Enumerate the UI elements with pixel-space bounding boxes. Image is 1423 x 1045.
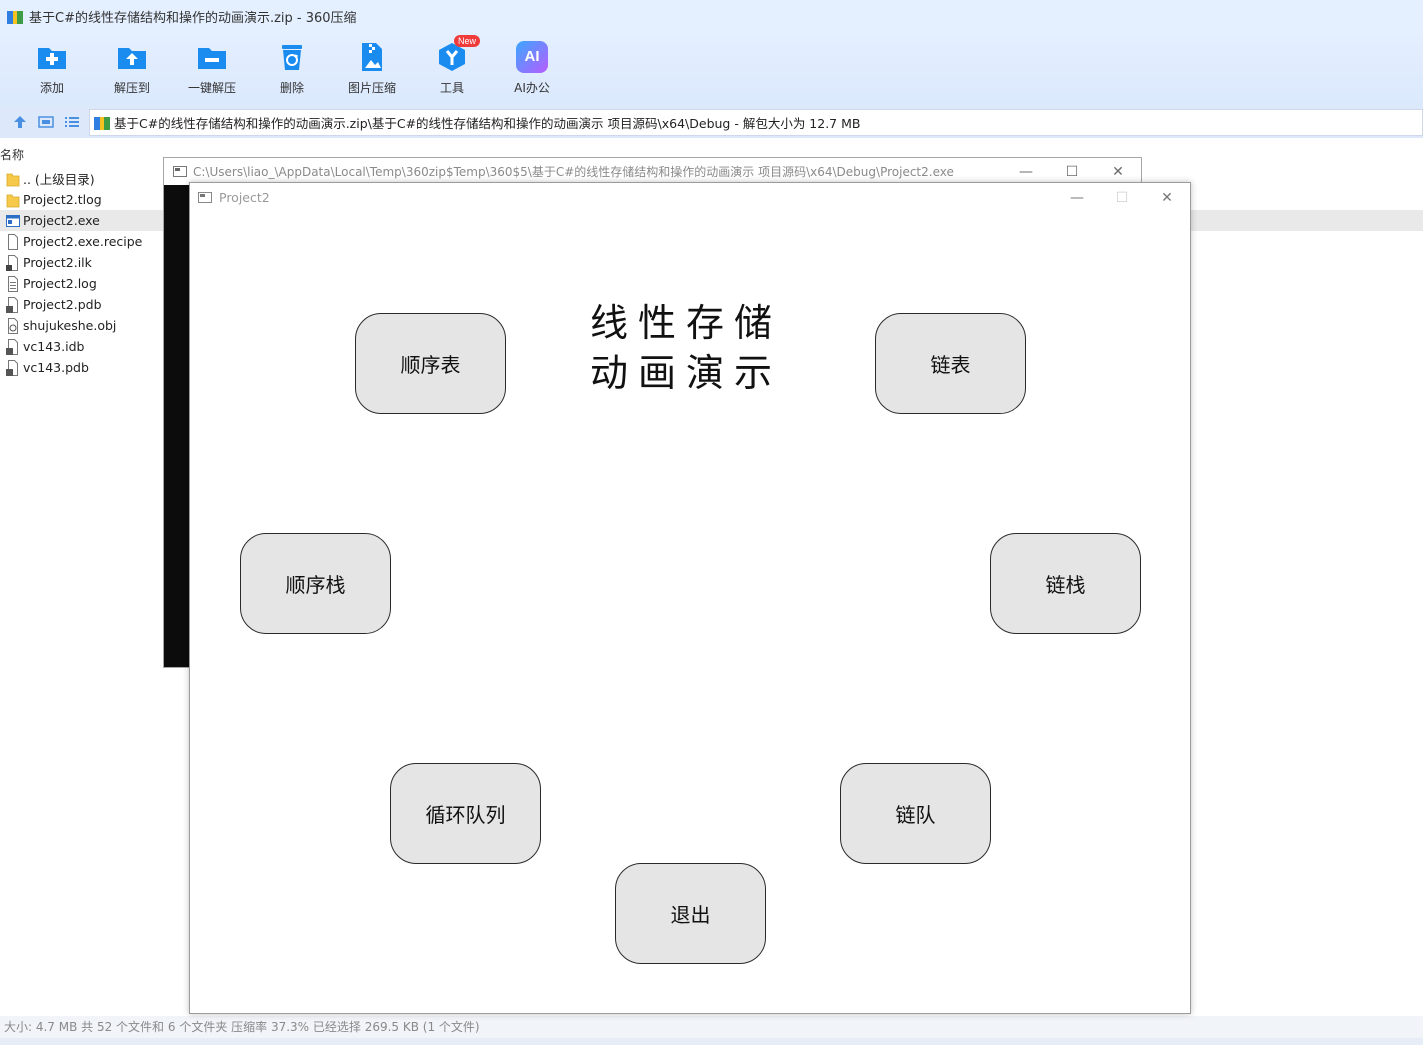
column-header-name[interactable]: 名称 — [0, 146, 24, 163]
linked-list-button[interactable]: 链表 — [875, 313, 1026, 414]
main-titlebar: 基于C#的线性存储结构和操作的动画演示.zip - 360压缩 — [0, 0, 1423, 33]
add-folder-icon — [36, 41, 68, 73]
title-line-1: 线性存储 — [590, 301, 783, 345]
exe-icon — [6, 213, 20, 229]
file-name: vc143.idb — [23, 339, 85, 354]
project2-minimize-button[interactable]: — — [1054, 188, 1100, 208]
linked-stack-button[interactable]: 链栈 — [990, 533, 1141, 634]
delete-button[interactable]: 删除 — [252, 39, 332, 99]
image-compress-icon — [356, 41, 388, 73]
console-app-icon — [173, 166, 187, 177]
image-compress-label: 图片压缩 — [347, 81, 396, 95]
image-compress-button[interactable]: 图片压缩 — [332, 39, 412, 99]
add-label: 添加 — [39, 81, 64, 95]
file-name: Project2.log — [23, 276, 97, 291]
file-name: shujukeshe.obj — [23, 318, 117, 333]
pdb-file-icon — [6, 296, 20, 313]
file-name: .. (上级目录) — [23, 172, 95, 187]
console-window-title: C:\Users\liao_\AppData\Local\Temp\360zip… — [193, 165, 954, 179]
console-close-button[interactable]: ✕ — [1095, 162, 1141, 182]
bottom-strip — [0, 1038, 1423, 1045]
pdb-file-icon — [6, 359, 20, 376]
console-maximize-button[interactable]: ☐ — [1049, 162, 1095, 182]
project2-window[interactable]: Project2 — ☐ ✕ 线性存储 动画演示 顺序表 链表 顺序栈 链栈 循… — [189, 182, 1191, 1014]
address-path-field[interactable]: 基于C#的线性存储结构和操作的动画演示.zip\基于C#的线性存储结构和操作的动… — [89, 109, 1423, 136]
file-name: vc143.pdb — [23, 360, 89, 375]
linked-queue-button[interactable]: 链队 — [840, 763, 991, 864]
address-path: 基于C#的线性存储结构和操作的动画演示.zip\基于C#的线性存储结构和操作的动… — [114, 116, 861, 131]
up-arrow-icon[interactable] — [12, 114, 28, 130]
one-click-extract-icon — [196, 41, 228, 73]
project2-maximize-button: ☐ — [1115, 190, 1129, 206]
obj-file-icon — [6, 317, 20, 334]
page-title: 线性存储 动画演示 — [590, 298, 790, 398]
extract-to-label: 解压到 — [113, 81, 150, 95]
file-name: Project2.tlog — [23, 192, 102, 207]
exit-button[interactable]: 退出 — [615, 863, 766, 964]
console-minimize-button[interactable]: — — [1003, 162, 1049, 182]
file-icon — [6, 233, 20, 250]
file-name: Project2.exe.recipe — [23, 234, 143, 249]
address-bar: 基于C#的线性存储结构和操作的动画演示.zip\基于C#的线性存储结构和操作的动… — [0, 106, 1423, 138]
tools-icon: New — [436, 35, 480, 73]
ai-office-label: AI办公 — [514, 81, 550, 95]
text-file-icon — [6, 275, 20, 292]
circular-queue-button[interactable]: 循环队列 — [390, 763, 541, 864]
view-thumbnail-icon[interactable] — [38, 114, 54, 130]
main-toolbar: 添加 解压到 一键解压 删除 图片压缩 New 工具 AI AI办公 — [0, 33, 1423, 106]
folder-icon — [6, 171, 20, 187]
one-click-extract-label: 一键解压 — [187, 81, 236, 95]
zip-archive-icon — [7, 9, 23, 25]
ai-office-button[interactable]: AI AI办公 — [492, 39, 572, 99]
recycle-bin-icon — [276, 41, 308, 73]
project2-app-icon — [198, 192, 212, 203]
delete-label: 删除 — [279, 81, 304, 95]
file-name: Project2.exe — [23, 213, 100, 228]
file-name: Project2.ilk — [23, 255, 92, 270]
ai-icon: AI — [516, 41, 548, 73]
status-bar: 大小: 4.7 MB 共 52 个文件和 6 个文件夹 压缩率 37.3% 已经… — [0, 1016, 1423, 1038]
tools-button[interactable]: New 工具 — [412, 35, 492, 99]
main-window-title: 基于C#的线性存储结构和操作的动画演示.zip - 360压缩 — [29, 11, 357, 26]
project2-titlebar: Project2 — [190, 183, 1190, 212]
title-line-2: 动画演示 — [590, 351, 783, 395]
project2-window-title: Project2 — [219, 190, 270, 205]
zip-archive-icon — [94, 116, 110, 130]
folder-icon — [6, 192, 20, 208]
ilk-file-icon — [6, 254, 20, 271]
file-name: Project2.pdb — [23, 297, 102, 312]
sequential-list-button[interactable]: 顺序表 — [355, 313, 506, 414]
new-badge: New — [453, 35, 480, 47]
sequential-stack-button[interactable]: 顺序栈 — [240, 533, 391, 634]
console-titlebar: C:\Users\liao_\AppData\Local\Temp\360zip… — [164, 158, 1141, 185]
extract-folder-icon — [116, 41, 148, 73]
idb-file-icon — [6, 338, 20, 355]
extract-to-button[interactable]: 解压到 — [92, 39, 172, 99]
add-button[interactable]: 添加 — [12, 39, 92, 99]
project2-close-button[interactable]: ✕ — [1144, 188, 1190, 208]
one-click-extract-button[interactable]: 一键解压 — [172, 39, 252, 99]
tools-label: 工具 — [439, 81, 464, 95]
view-list-icon[interactable] — [64, 114, 80, 130]
